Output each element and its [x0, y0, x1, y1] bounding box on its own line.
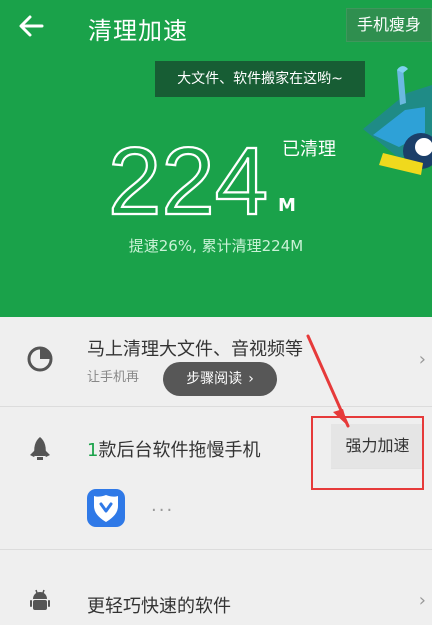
mascot-illustration	[363, 66, 432, 175]
cleaned-amount-number: 224	[108, 127, 269, 223]
shield-app-icon	[94, 495, 118, 522]
background-apps-title: 1款后台软件拖慢手机	[87, 436, 260, 462]
step-read-overlay[interactable]: 步骤阅读 ›	[163, 362, 277, 396]
background-app-count: 1	[87, 440, 99, 461]
light-apps-row[interactable]: 更轻巧快速的软件 ›	[0, 550, 432, 625]
chevron-right-icon: ›	[418, 349, 426, 370]
chevron-right-icon: ›	[248, 371, 254, 387]
back-button[interactable]	[16, 12, 48, 40]
android-icon	[30, 589, 50, 610]
chevron-right-icon: ›	[418, 590, 426, 611]
cleaned-label: 已清理	[282, 139, 336, 160]
rocket-icon	[30, 437, 50, 460]
background-apps-text: 款后台软件拖慢手机	[98, 440, 261, 461]
phone-slim-button[interactable]: 手机瘦身	[346, 8, 432, 42]
pie-clock-icon	[27, 346, 53, 372]
svg-text:224: 224	[108, 128, 268, 223]
hero-header: 清理加速 手机瘦身 大文件、软件搬家在这哟~ 224 已清理 M 提速26%, …	[0, 0, 432, 317]
annotation-arrow	[306, 334, 350, 428]
cleanup-summary: 提速26%, 累计清理224M	[128, 237, 304, 255]
page-title: 清理加速	[88, 17, 188, 45]
more-apps-ellipsis: ···	[151, 500, 175, 521]
large-files-subtitle: 让手机再	[87, 370, 140, 385]
shield-app-icon[interactable]	[87, 489, 125, 527]
back-arrow-icon	[19, 15, 44, 37]
light-apps-title: 更轻巧快速的软件	[87, 596, 231, 617]
large-files-title: 马上清理大文件、音视频等	[87, 339, 303, 360]
step-read-label: 步骤阅读	[186, 371, 243, 387]
large-files-tooltip: 大文件、软件搬家在这哟~	[155, 61, 365, 97]
unit-label: M	[278, 195, 296, 216]
